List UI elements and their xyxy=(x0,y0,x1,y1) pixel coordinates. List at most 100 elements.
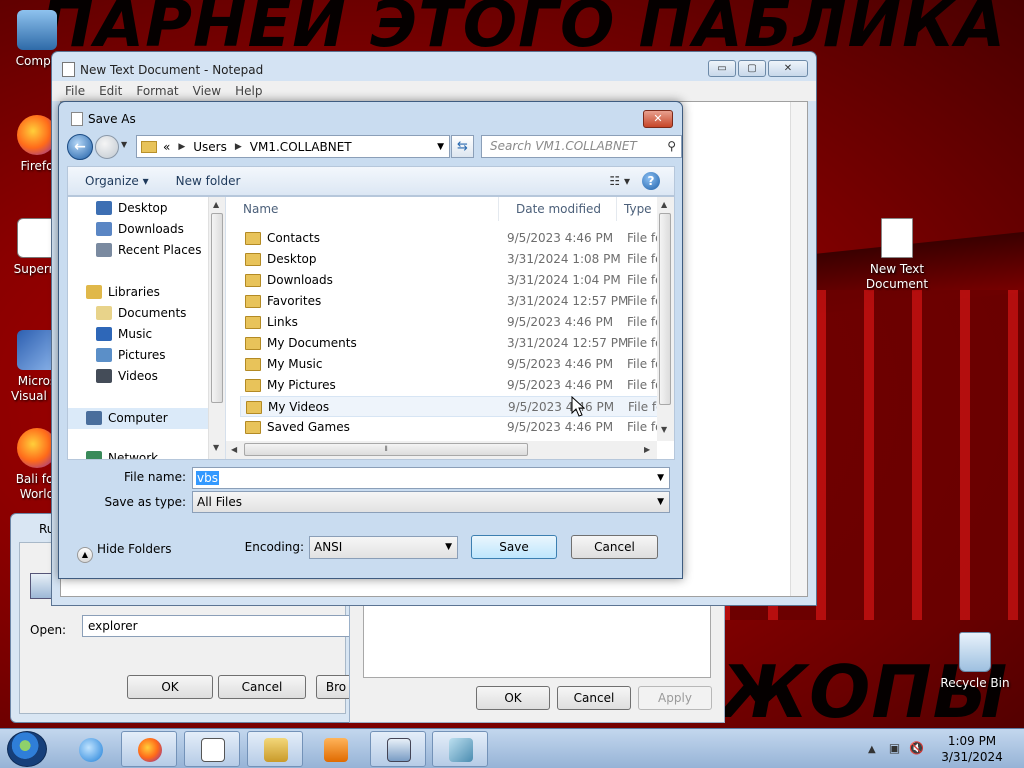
minimize-button[interactable]: ▭ xyxy=(708,60,736,77)
recent-pages-dropdown[interactable]: ▼ xyxy=(121,140,127,149)
file-row[interactable]: My Documents 3/31/2024 12:57 PM File fol xyxy=(240,333,666,354)
menu-file[interactable]: File xyxy=(65,81,85,101)
encoding-select[interactable]: ANSI ▼ xyxy=(309,536,458,559)
nav-item-downloads[interactable]: Downloads xyxy=(68,219,208,240)
scroll-right-icon[interactable]: ▶ xyxy=(644,445,650,454)
encoding-label: Encoding: xyxy=(244,540,304,554)
refresh-button[interactable]: ⇆ xyxy=(451,135,474,158)
save-button[interactable]: Save xyxy=(471,535,557,559)
file-row[interactable]: Favorites 3/31/2024 12:57 PM File fol xyxy=(240,291,666,312)
network-icon[interactable]: ▣ xyxy=(889,741,900,755)
file-row[interactable]: Saved Games 9/5/2023 4:46 PM File fol xyxy=(240,417,666,438)
breadcrumb-overflow[interactable]: « xyxy=(163,140,170,154)
menu-help[interactable]: Help xyxy=(235,81,262,101)
taskbar: ▲ ▣ 🔇 1:09 PM 3/31/2024 xyxy=(0,728,1024,768)
chevron-down-icon[interactable]: ▼ xyxy=(437,142,444,152)
taskbar-app-notepad[interactable] xyxy=(184,731,240,767)
internet-explorer-icon xyxy=(79,738,103,762)
volume-muted-icon[interactable]: 🔇 xyxy=(909,741,924,755)
file-row[interactable]: Contacts 9/5/2023 4:46 PM File fol xyxy=(240,228,666,249)
menu-edit[interactable]: Edit xyxy=(99,81,122,101)
menu-view[interactable]: View xyxy=(193,81,221,101)
file-row[interactable]: My Pictures 9/5/2023 4:46 PM File fol xyxy=(240,375,666,396)
column-header-name[interactable]: Name xyxy=(226,197,499,221)
system-tray: ▲ ▣ 🔇 xyxy=(868,741,924,755)
cancel-button[interactable]: Cancel xyxy=(571,535,658,559)
save-as-close-button[interactable]: ✕ xyxy=(643,110,673,128)
scroll-up-icon[interactable]: ▲ xyxy=(213,200,219,209)
nav-item-documents[interactable]: Documents xyxy=(68,303,208,324)
save-as-title: Save As xyxy=(71,112,136,126)
file-row[interactable]: My Music 9/5/2023 4:46 PM File fol xyxy=(240,354,666,375)
nav-pane-scrollbar[interactable]: ▲ ▼ xyxy=(208,197,225,459)
show-hidden-icons-button[interactable]: ▲ xyxy=(868,744,876,755)
column-header-date-modified[interactable]: Date modified xyxy=(499,197,617,221)
desktop-icon-new-text-document[interactable]: New Text Document xyxy=(862,218,932,292)
scroll-down-icon[interactable]: ▼ xyxy=(213,443,219,452)
file-list-hscroll-thumb[interactable]: ⦀ xyxy=(244,443,528,456)
breadcrumb-users[interactable]: Users xyxy=(193,140,227,154)
scroll-up-icon[interactable]: ▲ xyxy=(661,200,667,209)
run-ok-button[interactable]: OK xyxy=(127,675,213,699)
desktop-icon-label: New Text Document xyxy=(865,262,929,291)
help-icon[interactable]: ? xyxy=(642,172,660,190)
open-input[interactable]: explorer xyxy=(82,615,382,637)
clock[interactable]: 1:09 PM 3/31/2024 xyxy=(932,733,1012,765)
file-name-input[interactable]: vbs ▼ xyxy=(192,467,670,489)
taskbar-app-properties[interactable] xyxy=(432,731,488,767)
taskbar-app-firefox[interactable] xyxy=(121,731,177,767)
start-button[interactable] xyxy=(7,731,47,767)
maximize-button[interactable]: ▢ xyxy=(738,60,766,77)
new-folder-button[interactable]: New folder xyxy=(159,174,251,188)
nav-pane-scroll-thumb[interactable] xyxy=(211,213,223,403)
downloads-icon xyxy=(96,222,112,236)
scroll-down-icon[interactable]: ▼ xyxy=(661,425,667,434)
notepad-vertical-scrollbar[interactable] xyxy=(790,102,807,596)
desktop-icon-recycle-bin[interactable]: Recycle Bin xyxy=(940,632,1010,691)
chevron-down-icon[interactable]: ▼ xyxy=(657,492,664,512)
file-list-scroll-thumb[interactable] xyxy=(659,213,671,405)
nav-item-music[interactable]: Music xyxy=(68,324,208,345)
file-list-vertical-scrollbar[interactable]: ▲ ▼ xyxy=(657,197,674,441)
chevron-down-icon[interactable]: ▼ xyxy=(657,468,664,488)
nav-item-libraries[interactable]: Libraries xyxy=(68,282,208,303)
properties-ok-button[interactable]: OK xyxy=(476,686,550,710)
taskbar-app-ie[interactable] xyxy=(62,731,118,767)
file-list-horizontal-scrollbar[interactable]: ◀ ⦀ ▶ xyxy=(226,441,657,459)
change-view-icon[interactable]: ☷ ▾ xyxy=(609,174,630,188)
pictures-icon xyxy=(96,348,112,362)
search-input[interactable]: Search VM1.COLLABNET ⚲ xyxy=(481,135,682,158)
nav-item-videos[interactable]: Videos xyxy=(68,366,208,387)
organize-button[interactable]: Organize ▾ xyxy=(68,174,159,188)
chevron-right-icon[interactable]: ▶ xyxy=(178,142,185,152)
back-button[interactable]: ← xyxy=(67,134,93,160)
breadcrumb-current[interactable]: VM1.COLLABNET xyxy=(250,140,352,154)
taskbar-app-media-player[interactable] xyxy=(307,731,363,767)
properties-apply-button[interactable]: Apply xyxy=(638,686,712,710)
taskbar-app-explorer[interactable] xyxy=(247,731,303,767)
file-row[interactable]: Desktop 3/31/2024 1:08 PM File fol xyxy=(240,249,666,270)
forward-button[interactable] xyxy=(95,135,119,159)
save-as-type-select[interactable]: All Files ▼ xyxy=(192,491,670,513)
scroll-left-icon[interactable]: ◀ xyxy=(231,445,237,454)
taskbar-app-run[interactable] xyxy=(370,731,426,767)
folder-icon xyxy=(245,232,261,245)
file-row[interactable]: Links 9/5/2023 4:46 PM File fol xyxy=(240,312,666,333)
file-row[interactable]: Downloads 3/31/2024 1:04 PM File fol xyxy=(240,270,666,291)
nav-item-recent-places[interactable]: Recent Places xyxy=(68,240,208,261)
address-bar[interactable]: « ▶ Users ▶ VM1.COLLABNET ▼ xyxy=(136,135,450,158)
properties-content-box xyxy=(363,604,711,678)
hide-folders-button[interactable]: ▲ Hide Folders xyxy=(77,542,172,563)
chevron-right-icon[interactable]: ▶ xyxy=(235,142,242,152)
file-row[interactable]: My Videos 9/5/2023 4:46 PM File fol xyxy=(240,396,667,417)
recycle-bin-icon xyxy=(959,632,991,672)
chevron-down-icon[interactable]: ▼ xyxy=(445,537,452,558)
properties-cancel-button[interactable]: Cancel xyxy=(557,686,631,710)
menu-format[interactable]: Format xyxy=(136,81,178,101)
nav-item-network[interactable]: Network xyxy=(68,448,208,459)
nav-item-computer[interactable]: Computer xyxy=(68,408,208,429)
close-button[interactable]: ✕ xyxy=(768,60,808,77)
nav-item-desktop[interactable]: Desktop xyxy=(68,198,208,219)
run-cancel-button[interactable]: Cancel xyxy=(218,675,306,699)
nav-item-pictures[interactable]: Pictures xyxy=(68,345,208,366)
